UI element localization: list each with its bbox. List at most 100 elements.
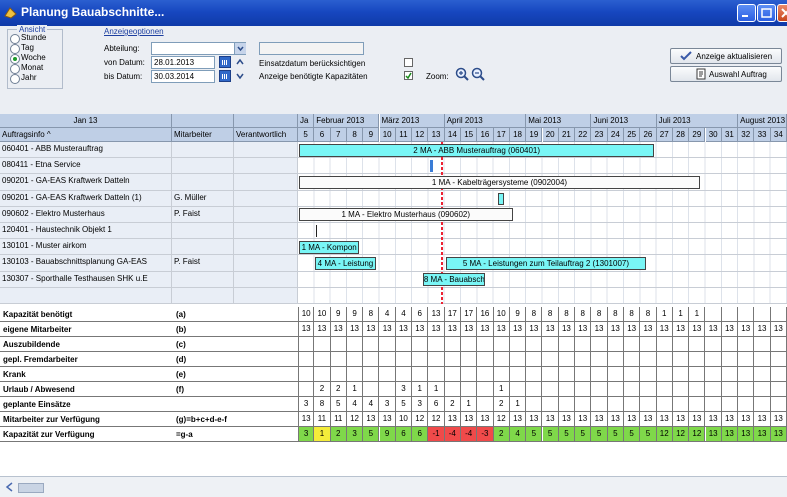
row-verantwortlich[interactable] bbox=[234, 239, 298, 256]
week-header: 34 bbox=[770, 128, 787, 142]
close-button[interactable] bbox=[777, 4, 787, 22]
row-auftrag[interactable]: 130101 - Muster airkom bbox=[0, 239, 172, 256]
zoom-in-icon[interactable] bbox=[455, 67, 469, 81]
scroll-up-icon[interactable] bbox=[235, 57, 245, 67]
capacity-cell bbox=[672, 382, 690, 397]
calendar-icon[interactable] bbox=[219, 70, 231, 82]
capacity-cell bbox=[298, 367, 315, 382]
week-header: 24 bbox=[607, 128, 624, 142]
capacity-cell bbox=[656, 382, 673, 397]
kapazitaeten-checkbox[interactable] bbox=[404, 71, 413, 80]
gantt-bar[interactable]: 2 MA - ABB Musterauftrag (060401) bbox=[299, 143, 655, 157]
calendar-icon[interactable] bbox=[219, 56, 231, 68]
gantt-bar[interactable]: 1 MA - Elektro Musterhaus (090602) bbox=[299, 208, 513, 222]
row-auftrag[interactable]: 080411 - Etna Service bbox=[0, 158, 172, 175]
week-header: 33 bbox=[754, 128, 771, 142]
row-mitarbeiter[interactable] bbox=[172, 239, 234, 256]
app-icon bbox=[4, 7, 17, 19]
row-verantwortlich[interactable] bbox=[234, 271, 298, 288]
capacity-cell bbox=[591, 352, 608, 367]
radio-jahr[interactable] bbox=[10, 74, 20, 84]
capacity-cell bbox=[298, 337, 315, 352]
capacity-cell bbox=[509, 382, 527, 397]
capacity-cell: 6 bbox=[395, 427, 413, 442]
row-auftrag[interactable]: 120401 - Haustechnik Objekt 1 bbox=[0, 223, 172, 240]
column-header-auftrag[interactable]: Auftragsinfo ^ bbox=[0, 128, 172, 142]
row-mitarbeiter[interactable] bbox=[172, 271, 234, 288]
capacity-cell bbox=[558, 397, 576, 412]
gantt-bar[interactable]: 4 MA - Leistung bbox=[315, 256, 376, 270]
maximize-button[interactable] bbox=[757, 4, 776, 22]
bis-datum-field[interactable]: 30.03.2014 bbox=[151, 70, 215, 83]
radio-monat[interactable] bbox=[10, 64, 20, 74]
month-header: März 2013 bbox=[379, 114, 445, 128]
row-verantwortlich[interactable] bbox=[234, 287, 298, 304]
row-verantwortlich[interactable] bbox=[234, 142, 298, 159]
einsatz-checkbox[interactable] bbox=[404, 58, 413, 67]
row-mitarbeiter[interactable]: P. Faist bbox=[172, 206, 234, 223]
column-header-mitarbeiter[interactable]: Mitarbeiter bbox=[172, 128, 234, 142]
von-datum-field[interactable]: 28.01.2013 bbox=[151, 56, 215, 69]
gantt-bar[interactable]: 1 MA - Kabelträgersysteme (0902004) bbox=[299, 175, 700, 189]
capacity-formula: (b) bbox=[176, 325, 187, 334]
capacity-cell: 13 bbox=[542, 322, 559, 337]
capacity-cell bbox=[314, 337, 331, 352]
scroll-left-icon[interactable] bbox=[4, 482, 16, 492]
radio-stunde[interactable] bbox=[10, 34, 20, 44]
week-header: 14 bbox=[444, 128, 461, 142]
gantt-bar[interactable]: 5 MA - Leistungen zum Teilauftrag 2 (130… bbox=[445, 256, 647, 270]
scroll-down-icon[interactable] bbox=[235, 71, 245, 81]
radio-woche[interactable] bbox=[10, 54, 20, 64]
capacity-cell bbox=[346, 367, 364, 382]
row-auftrag[interactable] bbox=[0, 287, 172, 304]
row-verantwortlich[interactable] bbox=[234, 190, 298, 207]
row-mitarbeiter[interactable] bbox=[172, 158, 234, 175]
horizontal-scrollbar[interactable] bbox=[18, 483, 44, 493]
radio-label-woche: Woche bbox=[21, 53, 46, 62]
minimize-button[interactable] bbox=[737, 4, 756, 22]
chevron-down-icon[interactable] bbox=[234, 43, 246, 54]
week-header: 26 bbox=[640, 128, 657, 142]
row-auftrag[interactable]: 090201 - GA-EAS Kraftwerk Datteln (1) bbox=[0, 190, 172, 207]
capacity-cell: 13 bbox=[575, 322, 592, 337]
row-mitarbeiter[interactable]: G. Müller bbox=[172, 190, 234, 207]
radio-tag[interactable] bbox=[10, 44, 20, 54]
capacity-cell: -4 bbox=[444, 427, 461, 442]
radio-label-jahr: Jahr bbox=[21, 73, 37, 82]
row-mitarbeiter[interactable] bbox=[172, 142, 234, 159]
capacity-cell bbox=[624, 352, 641, 367]
close-icon bbox=[781, 8, 787, 18]
row-mitarbeiter[interactable] bbox=[172, 287, 234, 304]
row-auftrag[interactable]: 090201 - GA-EAS Kraftwerk Datteln bbox=[0, 174, 172, 191]
row-mitarbeiter[interactable] bbox=[172, 223, 234, 240]
capacity-cell bbox=[542, 352, 559, 367]
row-verantwortlich[interactable] bbox=[234, 223, 298, 240]
capacity-cell: 13 bbox=[575, 412, 592, 427]
capacity-cell bbox=[461, 352, 478, 367]
row-verantwortlich[interactable] bbox=[234, 158, 298, 175]
capacity-cell: 13 bbox=[738, 412, 755, 427]
capacity-cell bbox=[461, 337, 478, 352]
gantt-bar[interactable]: 8 MA - Bauabsch bbox=[422, 273, 485, 287]
row-verantwortlich[interactable] bbox=[234, 206, 298, 223]
row-auftrag[interactable]: 060401 - ABB Musterauftrag bbox=[0, 142, 172, 159]
radio-label-monat: Monat bbox=[21, 63, 44, 72]
row-auftrag[interactable]: 130307 - Sporthalle Testhausen SHK u.E bbox=[0, 271, 172, 288]
select-order-button[interactable]: Auswahl Auftrag bbox=[670, 66, 782, 82]
row-verantwortlich[interactable] bbox=[234, 174, 298, 191]
gantt-bar[interactable]: 1 MA - Kompon bbox=[299, 240, 360, 254]
column-header-verantwortlich[interactable]: Verantwortlich bbox=[234, 128, 298, 142]
capacity-cell bbox=[558, 367, 576, 382]
capacity-cell: 13 bbox=[770, 427, 787, 442]
capacity-cell: 13 bbox=[509, 412, 527, 427]
row-auftrag[interactable]: 090602 - Elektro Musterhaus bbox=[0, 206, 172, 223]
row-verantwortlich[interactable] bbox=[234, 255, 298, 272]
abteilung-select[interactable] bbox=[151, 42, 246, 55]
zoom-out-icon[interactable] bbox=[471, 67, 485, 81]
refresh-button[interactable]: Anzeige aktualisieren bbox=[670, 48, 782, 64]
row-auftrag[interactable]: 130103 - Bauabschnittsplanung GA-EAS bbox=[0, 255, 172, 272]
row-mitarbeiter[interactable] bbox=[172, 174, 234, 191]
capacity-cell bbox=[379, 337, 396, 352]
row-mitarbeiter[interactable]: P. Faist bbox=[172, 255, 234, 272]
capacity-cell: 13 bbox=[363, 412, 380, 427]
